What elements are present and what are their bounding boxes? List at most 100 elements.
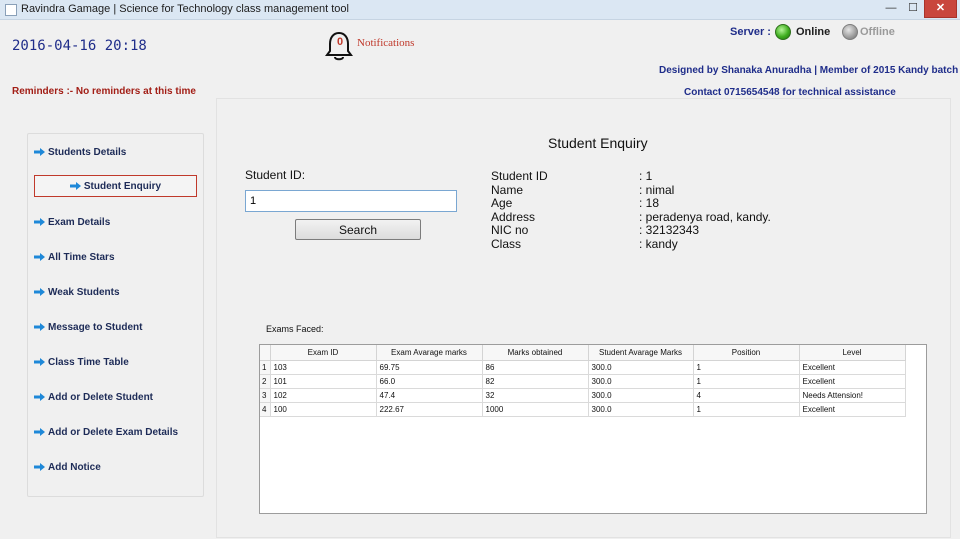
notification-count: 0 [336,36,344,48]
sidebar-item-all-time-stars[interactable]: All Time Stars [34,246,115,268]
table-cell[interactable]: 103 [270,360,377,375]
sidebar-item-label: Add or Delete Exam Details [48,426,179,438]
table-cell[interactable]: Excellent [799,374,906,389]
sidebar-item-class-time-table[interactable]: Class Time Table [34,351,129,373]
column-header[interactable]: Student Avarage Marks [588,345,694,361]
sidebar-item-add-notice[interactable]: Add Notice [34,456,101,478]
column-header[interactable]: Marks obtained [482,345,589,361]
table-cell[interactable]: 222.67 [376,402,483,417]
info-value: : peradenya road, kandy. [639,209,771,224]
sidebar-item-message-to-student[interactable]: Message to Student [34,316,142,338]
row-number: 1 [260,360,271,375]
info-key: Age [491,196,513,210]
close-button[interactable]: ✕ [924,0,957,18]
table-cell[interactable]: 4 [693,388,800,403]
exams-table[interactable]: Exam ID Exam Avarage marks Marks obtaine… [259,344,927,514]
info-row-class: Class : kandy [491,236,791,252]
sidebar-item-students-details[interactable]: Students Details [34,141,126,163]
info-row-age: Age : 18 [491,196,791,211]
maximize-button[interactable]: ☐ [902,0,924,18]
arrow-right-icon [34,463,45,471]
table-row[interactable]: 3 102 47.4 32 300.0 4 Needs Attension! [260,388,906,403]
student-id-input[interactable] [245,190,457,212]
table-cell[interactable]: 66.0 [376,374,483,389]
page-title: Student Enquiry [548,135,648,151]
notifications-label[interactable]: Notifications [357,37,414,49]
table-cell[interactable]: 1 [693,402,800,417]
arrow-right-icon [34,218,45,226]
table-cell[interactable]: Excellent [799,360,906,375]
column-header[interactable]: Exam ID [270,345,377,361]
sidebar-item-weak-students[interactable]: Weak Students [34,281,120,303]
info-key: Student ID [491,169,548,183]
arrow-right-icon [34,253,45,261]
table-row[interactable]: 2 101 66.0 82 300.0 1 Excellent [260,374,906,389]
table-row[interactable]: 1 103 69.75 86 300.0 1 Excellent [260,360,906,375]
student-id-label: Student ID: [245,168,306,182]
row-number: 2 [260,374,271,389]
online-status-icon [775,24,791,40]
table-cell[interactable]: 32 [482,388,589,403]
info-key: NIC no [491,223,529,237]
table-cell[interactable]: Excellent [799,402,906,417]
table-cell[interactable]: 86 [482,360,589,375]
table-cell[interactable]: 100 [270,402,377,417]
sidebar-item-student-enquiry[interactable]: Student Enquiry [34,175,197,197]
info-value: : 32132343 [639,223,700,237]
table-cell[interactable]: 101 [270,374,377,389]
sidebar-item-label: Weak Students [48,286,120,298]
arrow-right-icon [34,428,45,436]
student-info: Student ID : 1 Name : nimal Age : 18 Add… [491,169,791,252]
info-row-student-id: Student ID : 1 [491,169,791,184]
sidebar-item-label: Students Details [48,146,127,158]
column-header[interactable]: Exam Avarage marks [376,345,483,361]
table-row[interactable]: 4 100 222.67 1000 300.0 1 Excellent [260,402,906,417]
info-key: Name [491,182,524,197]
table-cell[interactable]: 1000 [482,402,589,417]
sidebar-item-label: Message to Student [48,321,143,333]
table-cell[interactable]: 1 [693,374,800,389]
info-value: : kandy [639,236,678,251]
search-button[interactable]: Search [295,219,421,240]
sidebar-item-label: All Time Stars [48,251,115,263]
table-cell[interactable]: 1 [693,360,800,375]
window-title-bar: Ravindra Gamage | Science for Technology… [0,0,960,20]
server-label: Server : [730,26,771,38]
sidebar-item-label: Student Enquiry [83,180,162,192]
sidebar-item-label: Class Time Table [48,356,129,368]
info-row-address: Address : peradenya road, kandy. [491,209,791,225]
table-cell[interactable]: 69.75 [376,360,483,375]
row-number: 3 [260,388,271,403]
arrow-right-icon [34,393,45,401]
sidebar-item-add-or-delete-student[interactable]: Add or Delete Student [34,386,153,408]
column-header[interactable]: Position [693,345,800,361]
table-cell[interactable]: Needs Attension! [799,388,906,403]
table-cell[interactable]: 47.4 [376,388,483,403]
offline-label: Offline [860,26,895,38]
table-cell[interactable]: 300.0 [588,374,694,389]
arrow-right-icon [34,323,45,331]
table-cell[interactable]: 300.0 [588,388,694,403]
sidebar-item-exam-details[interactable]: Exam Details [34,211,110,233]
table-cell[interactable]: 300.0 [588,360,694,375]
info-row-nic: NIC no : 32132343 [491,223,791,238]
table-cell[interactable]: 102 [270,388,377,403]
arrow-right-icon [34,148,45,156]
datetime-display: 2016-04-16 20:18 [12,38,147,54]
app-icon [5,4,17,16]
sidebar-item-label: Add Notice [48,461,101,473]
sidebar-item-label: Exam Details [48,216,111,228]
reminders-text: Reminders :- No reminders at this time [12,86,196,97]
arrow-right-icon [34,288,45,296]
info-value: : 1 [639,169,653,183]
column-header[interactable]: Level [799,345,906,361]
arrow-right-icon [69,182,81,190]
window-title: Ravindra Gamage | Science for Technology… [21,3,349,15]
info-key: Address [491,209,536,224]
table-cell[interactable]: 300.0 [588,402,694,417]
offline-status-icon [842,24,858,40]
table-cell[interactable]: 82 [482,374,589,389]
minimize-button[interactable]: — [880,0,902,18]
sidebar-item-add-or-delete-exam-details[interactable]: Add or Delete Exam Details [34,421,178,443]
sidebar-nav: Students Details Student Enquiry Exam De… [27,133,204,497]
